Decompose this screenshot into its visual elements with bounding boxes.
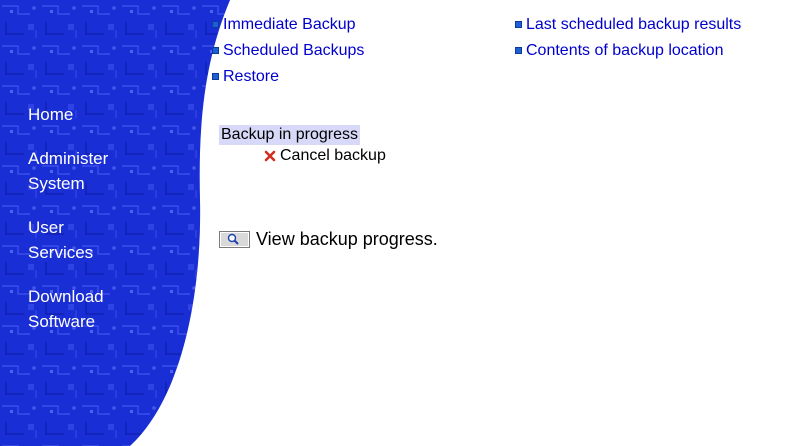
sidebar-item-download-software[interactable]: Download Software <box>28 284 178 334</box>
square-bullet-icon <box>212 21 219 28</box>
square-bullet-icon <box>515 21 522 28</box>
view-backup-progress-link[interactable]: View backup progress. <box>219 229 438 250</box>
link-immediate-backup[interactable]: Immediate Backup <box>212 12 364 38</box>
links-column-left: Immediate Backup Scheduled Backups Resto… <box>212 12 364 90</box>
link-contents-of-backup-location[interactable]: Contents of backup location <box>515 38 741 64</box>
square-bullet-icon <box>212 47 219 54</box>
backup-status: Backup in progress Cancel backup <box>219 125 386 165</box>
cancel-backup-label: Cancel backup <box>280 147 386 164</box>
sidebar-item-label: Download <box>28 287 104 306</box>
cancel-backup-button[interactable]: Cancel backup <box>264 147 386 165</box>
links-column-right: Last scheduled backup results Contents o… <box>515 12 741 64</box>
sidebar-item-label: Home <box>28 105 74 124</box>
page: Home Administer System User Services Dow… <box>0 0 806 446</box>
sidebar-item-label: Software <box>28 312 96 331</box>
sidebar-nav: Home Administer System User Services Dow… <box>28 102 178 353</box>
link-scheduled-backups[interactable]: Scheduled Backups <box>212 38 364 64</box>
link-label: Scheduled Backups <box>223 42 365 59</box>
link-label: Last scheduled backup results <box>526 16 742 33</box>
link-label: Restore <box>223 68 280 85</box>
link-label: Contents of backup location <box>526 42 724 59</box>
sidebar-item-user-services[interactable]: User Services <box>28 215 178 265</box>
magnifier-icon <box>219 231 250 248</box>
link-restore[interactable]: Restore <box>212 64 364 90</box>
square-bullet-icon <box>515 47 522 54</box>
link-last-scheduled-backup-results[interactable]: Last scheduled backup results <box>515 12 741 38</box>
square-bullet-icon <box>212 73 219 80</box>
status-title: Backup in progress <box>219 125 360 145</box>
view-backup-progress-label: View backup progress. <box>256 229 438 249</box>
sidebar-item-label: Services <box>28 243 94 262</box>
sidebar-item-home[interactable]: Home <box>28 102 178 127</box>
sidebar-item-administer-system[interactable]: Administer System <box>28 146 178 196</box>
red-x-icon <box>264 150 276 162</box>
sidebar: Home Administer System User Services Dow… <box>0 0 230 446</box>
sidebar-item-label: Administer <box>28 149 109 168</box>
link-label: Immediate Backup <box>223 16 356 33</box>
sidebar-item-label: User <box>28 218 64 237</box>
sidebar-item-label: System <box>28 174 85 193</box>
